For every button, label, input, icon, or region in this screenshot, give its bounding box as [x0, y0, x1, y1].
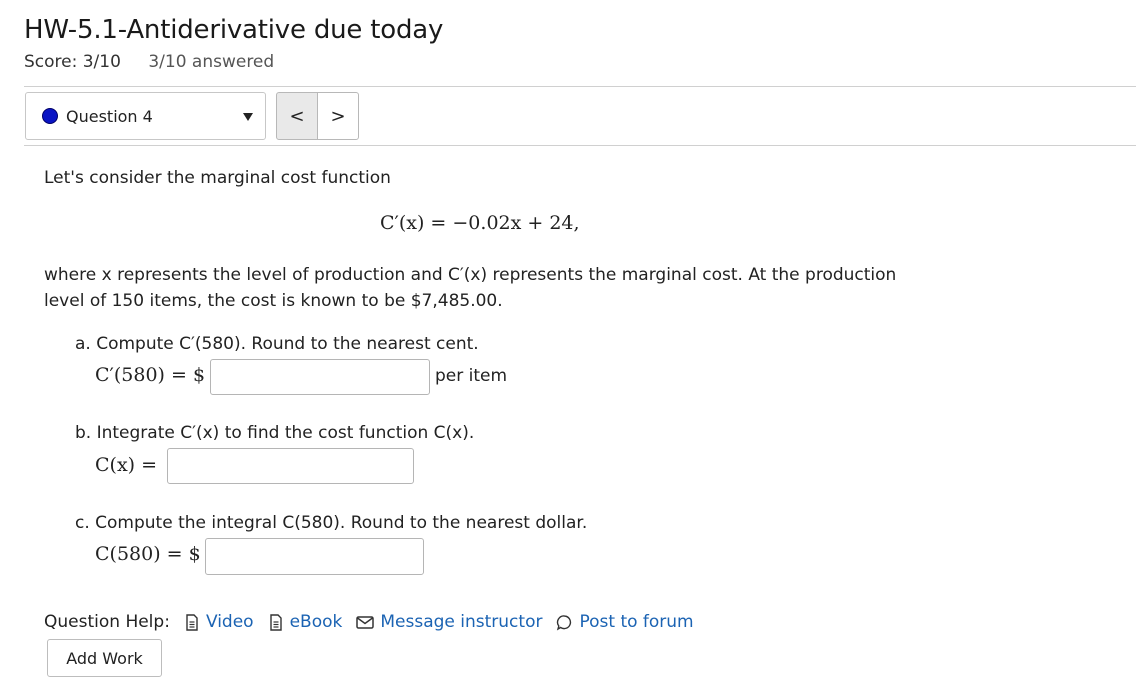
chevron-down-icon	[243, 113, 253, 121]
speech-bubble-icon	[557, 614, 572, 630]
question-intro: Let's consider the marginal cost functio…	[44, 168, 391, 188]
envelope-icon	[356, 615, 375, 629]
ebook-link-label: eBook	[289, 612, 343, 632]
question-context-line-2: level of 150 items, the cost is known to…	[44, 291, 503, 311]
add-work-button[interactable]: Add Work	[47, 639, 162, 677]
post-to-forum-link[interactable]: Post to forum	[556, 612, 694, 632]
answered-count: 3/10 answered	[148, 52, 275, 72]
ebook-link[interactable]: eBook	[268, 612, 343, 632]
score-text: Score: 3/10	[24, 52, 121, 72]
divider	[24, 86, 1136, 87]
message-instructor-link[interactable]: Message instructor	[356, 612, 542, 632]
part-a-label: C′(580) = $	[95, 364, 206, 386]
question-status-dot	[42, 108, 58, 124]
part-b-label: C(x) =	[95, 454, 158, 476]
chevron-left-icon: <	[289, 105, 305, 127]
previous-question-button[interactable]: <	[276, 92, 318, 140]
chevron-right-icon: >	[330, 105, 346, 127]
question-help-label: Question Help:	[44, 612, 170, 632]
video-link[interactable]: Video	[184, 612, 254, 632]
divider	[24, 145, 1136, 146]
question-help-row: Question Help: Video eBook Message instr…	[44, 612, 708, 632]
question-select[interactable]: Question 4	[25, 92, 266, 140]
part-a-prompt: a. Compute C′(580). Round to the nearest…	[75, 334, 479, 354]
part-a-answer-input[interactable]	[210, 359, 430, 395]
question-select-label: Question 4	[66, 106, 153, 126]
part-b-prompt: b. Integrate C′(x) to find the cost func…	[75, 423, 475, 443]
next-question-button[interactable]: >	[317, 92, 359, 140]
document-icon	[269, 613, 282, 631]
part-b-answer-input[interactable]	[167, 448, 414, 484]
part-a-unit: per item	[435, 366, 508, 386]
message-instructor-label: Message instructor	[380, 612, 543, 632]
part-c-prompt: c. Compute the integral C(580). Round to…	[75, 513, 588, 533]
score-row: Score: 3/10 3/10 answered	[24, 52, 274, 72]
marginal-cost-formula: C′(x) = −0.02x + 24,	[380, 212, 580, 234]
video-link-label: Video	[205, 612, 254, 632]
assignment-title: HW-5.1-Antiderivative due today	[24, 15, 444, 45]
post-to-forum-label: Post to forum	[579, 612, 694, 632]
question-context-line-1: where x represents the level of producti…	[44, 265, 897, 285]
part-c-label: C(580) = $	[95, 543, 201, 565]
document-icon	[186, 613, 198, 631]
part-c-answer-input[interactable]	[205, 538, 424, 575]
